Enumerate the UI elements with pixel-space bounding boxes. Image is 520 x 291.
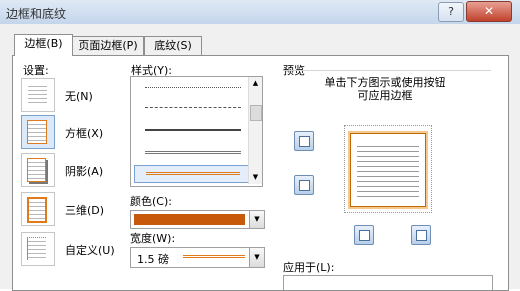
inside-horizontal-border-icon <box>299 180 310 191</box>
setting-none-icon[interactable] <box>21 78 55 112</box>
line-style-thick[interactable] <box>145 129 241 131</box>
scroll-down-icon[interactable]: ▼ <box>251 173 260 181</box>
chevron-down-icon[interactable]: ▼ <box>249 248 264 267</box>
tab-borders[interactable]: 边框(B) <box>14 34 73 56</box>
setting-box-icon[interactable] <box>21 115 55 149</box>
tab-shading[interactable]: 底纹(S) <box>144 36 202 55</box>
style-list-scrollbar[interactable]: ▲ ▼ <box>248 77 262 184</box>
apply-to-label: 应用于(L): <box>283 261 335 274</box>
width-value: 1.5 磅 <box>137 253 169 266</box>
setting-custom-label[interactable]: 自定义(U) <box>65 242 115 258</box>
left-border-button[interactable] <box>354 225 374 245</box>
tab-page-border[interactable]: 页面边框(P) <box>72 36 144 55</box>
top-border-icon <box>299 136 310 147</box>
right-border-icon <box>416 230 427 241</box>
inside-horizontal-border-button[interactable] <box>294 175 314 195</box>
title-bar: 边框和底纹 ? ✕ <box>0 0 520 24</box>
window-title: 边框和底纹 <box>6 7 67 21</box>
right-border-button[interactable] <box>411 225 431 245</box>
setting-box-label[interactable]: 方框(X) <box>65 125 103 141</box>
chevron-down-icon[interactable]: ▼ <box>249 211 264 228</box>
line-style-dashed[interactable] <box>145 107 241 108</box>
help-button[interactable]: ? <box>438 2 464 22</box>
line-style-dotted[interactable] <box>145 87 241 88</box>
setting-shadow-label[interactable]: 阴影(A) <box>65 163 103 179</box>
left-border-icon <box>359 230 370 241</box>
preview-hint: 单击下方图示或使用按钮可应用边框 <box>324 76 446 102</box>
scroll-up-icon[interactable]: ▲ <box>251 79 260 87</box>
line-style-selected[interactable] <box>134 165 250 183</box>
setting-3d-icon[interactable] <box>21 192 55 226</box>
preview-page[interactable] <box>350 133 426 207</box>
top-border-button[interactable] <box>294 131 314 151</box>
width-dropdown[interactable]: 1.5 磅 ▼ <box>130 247 265 268</box>
settings-label: 设置: <box>23 64 49 77</box>
line-style-double[interactable] <box>145 151 241 156</box>
width-label: 宽度(W): <box>130 232 176 245</box>
preview-divider <box>283 70 491 71</box>
color-swatch <box>134 214 245 225</box>
setting-3d-label[interactable]: 三维(D) <box>65 202 104 218</box>
apply-to-dropdown[interactable] <box>283 275 493 290</box>
width-sample-line <box>183 255 245 258</box>
preview-text-lines <box>357 142 419 198</box>
color-dropdown[interactable]: ▼ <box>130 210 265 229</box>
setting-none-label[interactable]: 无(N) <box>65 88 93 104</box>
style-list[interactable] <box>130 76 263 187</box>
color-label: 颜色(C): <box>130 195 172 208</box>
setting-shadow-icon[interactable] <box>21 153 55 187</box>
close-button[interactable]: ✕ <box>466 1 512 22</box>
scroll-thumb[interactable] <box>250 105 262 121</box>
setting-custom-icon[interactable] <box>21 232 55 266</box>
